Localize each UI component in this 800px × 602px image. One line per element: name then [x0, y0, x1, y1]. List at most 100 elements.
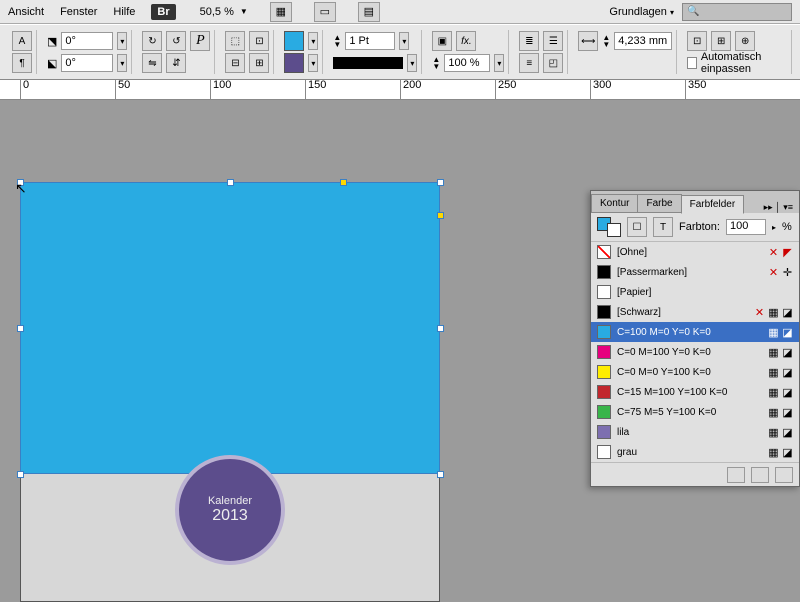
- wrap2-icon[interactable]: ☰: [543, 31, 563, 51]
- center-icon[interactable]: ⊕: [735, 31, 755, 51]
- fill-swatch[interactable]: [284, 31, 304, 51]
- handle-bl[interactable]: [17, 471, 24, 478]
- opacity[interactable]: 100 %: [444, 54, 490, 72]
- tint-slider-icon[interactable]: ▸: [772, 223, 776, 232]
- flip-v-icon[interactable]: ⇵: [166, 53, 186, 73]
- selected-rectangle[interactable]: [20, 182, 440, 474]
- handle-ml[interactable]: [17, 325, 24, 332]
- edge-handle-top[interactable]: [340, 179, 347, 186]
- autofit-checkbox[interactable]: Automatisch einpassen: [687, 53, 787, 73]
- show-swatches-icon[interactable]: [727, 467, 745, 483]
- select-content-icon[interactable]: ⊡: [249, 31, 269, 51]
- tint-label: Farbton:: [679, 221, 720, 233]
- zoom-level[interactable]: 50,5 %▼: [200, 6, 248, 18]
- stepper-icon[interactable]: ▲▼: [602, 34, 610, 48]
- handle-tm[interactable]: [227, 179, 234, 186]
- swatch-type-icons: ▦◪: [768, 347, 793, 358]
- fit-frame-icon[interactable]: ⊞: [711, 31, 731, 51]
- handle-mr[interactable]: [437, 325, 444, 332]
- width-field[interactable]: 4,233 mm: [614, 32, 672, 50]
- width-icon[interactable]: ⟷: [578, 31, 598, 51]
- swatch-type-icons: ▦◪: [768, 427, 793, 438]
- bridge-button[interactable]: Br: [151, 4, 175, 20]
- swatch-color-icon: [597, 265, 611, 279]
- fill-stroke-toggle[interactable]: [597, 217, 621, 237]
- char-icon[interactable]: A: [12, 31, 32, 51]
- tab-farbe[interactable]: Farbe: [637, 194, 681, 213]
- swatch-row[interactable]: [Ohne]✕◤: [591, 242, 799, 262]
- control-bar: A ¶ ⬔0°▾ ⬕0°▾ ↻↺P ⇋⇵ ⬚⊡ ⊟⊞ ▾ ▾ ▲▼1 Pt▾ ▾…: [0, 24, 800, 80]
- drop-shadow-icon[interactable]: ▣: [432, 31, 452, 51]
- cmyk-icon: ◪: [782, 407, 793, 418]
- view-options-icon[interactable]: ▦: [270, 2, 292, 22]
- edge-handle-right[interactable]: [437, 212, 444, 219]
- menu-bar: Ansicht Fenster Hilfe Br 50,5 %▼ ▦ ▭ ▤ G…: [0, 0, 800, 24]
- select-prev-icon[interactable]: ⊟: [225, 53, 245, 73]
- search-input[interactable]: 🔍: [682, 3, 792, 21]
- stepper-icon[interactable]: ▲▼: [432, 56, 440, 70]
- tab-farbfelder[interactable]: Farbfelder: [681, 195, 745, 214]
- handle-br[interactable]: [437, 471, 444, 478]
- drop-icon[interactable]: ▾: [407, 54, 417, 72]
- swatch-name: [Ohne]: [617, 247, 762, 258]
- fit-content-icon[interactable]: ⊡: [687, 31, 707, 51]
- select-container-icon[interactable]: ⬚: [225, 31, 245, 51]
- menu-fenster[interactable]: Fenster: [60, 6, 97, 18]
- menu-hilfe[interactable]: Hilfe: [113, 6, 135, 18]
- text-icon[interactable]: P: [190, 31, 210, 51]
- select-next-icon[interactable]: ⊞: [249, 53, 269, 73]
- handle-tl[interactable]: [17, 179, 24, 186]
- handle-tr[interactable]: [437, 179, 444, 186]
- swatch-color-icon: [597, 445, 611, 459]
- flip-h-icon[interactable]: ⇋: [142, 53, 162, 73]
- menu-ansicht[interactable]: Ansicht: [8, 6, 44, 18]
- stroke-swatch[interactable]: [284, 53, 304, 73]
- tab-kontur[interactable]: Kontur: [591, 194, 638, 213]
- arrange-icon[interactable]: ▤: [358, 2, 380, 22]
- swatch-row[interactable]: C=0 M=0 Y=100 K=0▦◪: [591, 362, 799, 382]
- drop-icon[interactable]: ▾: [399, 32, 409, 50]
- drop-icon[interactable]: ▾: [494, 54, 504, 72]
- swatch-row[interactable]: [Schwarz]✕▦◪: [591, 302, 799, 322]
- process-icon: ▦: [768, 407, 779, 418]
- panel-options: ☐ T Farbton: 100 ▸ %: [591, 213, 799, 242]
- formatting-text-icon[interactable]: T: [653, 217, 673, 237]
- stroke-style[interactable]: [333, 57, 403, 69]
- swatch-row[interactable]: lila▦◪: [591, 422, 799, 442]
- swatch-row[interactable]: [Papier]: [591, 282, 799, 302]
- swatch-row[interactable]: [Passermarken]✕✛: [591, 262, 799, 282]
- wrap-icon[interactable]: ≣: [519, 31, 539, 51]
- shear-angle[interactable]: 0°: [61, 54, 113, 72]
- fx-icon[interactable]: fx.: [456, 31, 476, 51]
- rotation-angle[interactable]: 0°: [61, 32, 113, 50]
- corner-icon[interactable]: ◰: [543, 53, 563, 73]
- stroke-weight[interactable]: 1 Pt: [345, 32, 395, 50]
- swatch-row[interactable]: C=100 M=0 Y=0 K=0▦◪: [591, 322, 799, 342]
- screen-mode-icon[interactable]: ▭: [314, 2, 336, 22]
- workspace-switcher[interactable]: Grundlagen ▾: [609, 6, 674, 18]
- swatch-list: [Ohne]✕◤[Passermarken]✕✛[Papier][Schwarz…: [591, 242, 799, 462]
- rotate-ccw-icon[interactable]: ↺: [166, 31, 186, 51]
- wrap3-icon[interactable]: ≡: [519, 53, 539, 73]
- swatch-row[interactable]: grau▦◪: [591, 442, 799, 462]
- formatting-container-icon[interactable]: ☐: [627, 217, 647, 237]
- swatch-row[interactable]: C=0 M=100 Y=0 K=0▦◪: [591, 342, 799, 362]
- drop-icon[interactable]: ▾: [308, 32, 318, 50]
- new-swatch-icon[interactable]: [751, 467, 769, 483]
- stepper-icon[interactable]: ▲▼: [333, 34, 341, 48]
- drop-icon[interactable]: ▾: [117, 54, 127, 72]
- swatch-name: [Passermarken]: [617, 267, 762, 278]
- para-icon[interactable]: ¶: [12, 53, 32, 73]
- delete-swatch-icon[interactable]: [775, 467, 793, 483]
- collapse-icon[interactable]: ▸▸ │ ▾≡: [758, 202, 799, 213]
- panel-footer: [591, 462, 799, 486]
- swatch-type-icons: ▦◪: [768, 327, 793, 338]
- swatch-row[interactable]: C=75 M=5 Y=100 K=0▦◪: [591, 402, 799, 422]
- calendar-circle[interactable]: Kalender 2013: [175, 455, 285, 565]
- drop-icon[interactable]: ▾: [117, 32, 127, 50]
- process-icon: ▦: [768, 387, 779, 398]
- tint-input[interactable]: 100: [726, 219, 766, 235]
- rotate-cw-icon[interactable]: ↻: [142, 31, 162, 51]
- swatch-row[interactable]: C=15 M=100 Y=100 K=0▦◪: [591, 382, 799, 402]
- drop-icon[interactable]: ▾: [308, 54, 318, 72]
